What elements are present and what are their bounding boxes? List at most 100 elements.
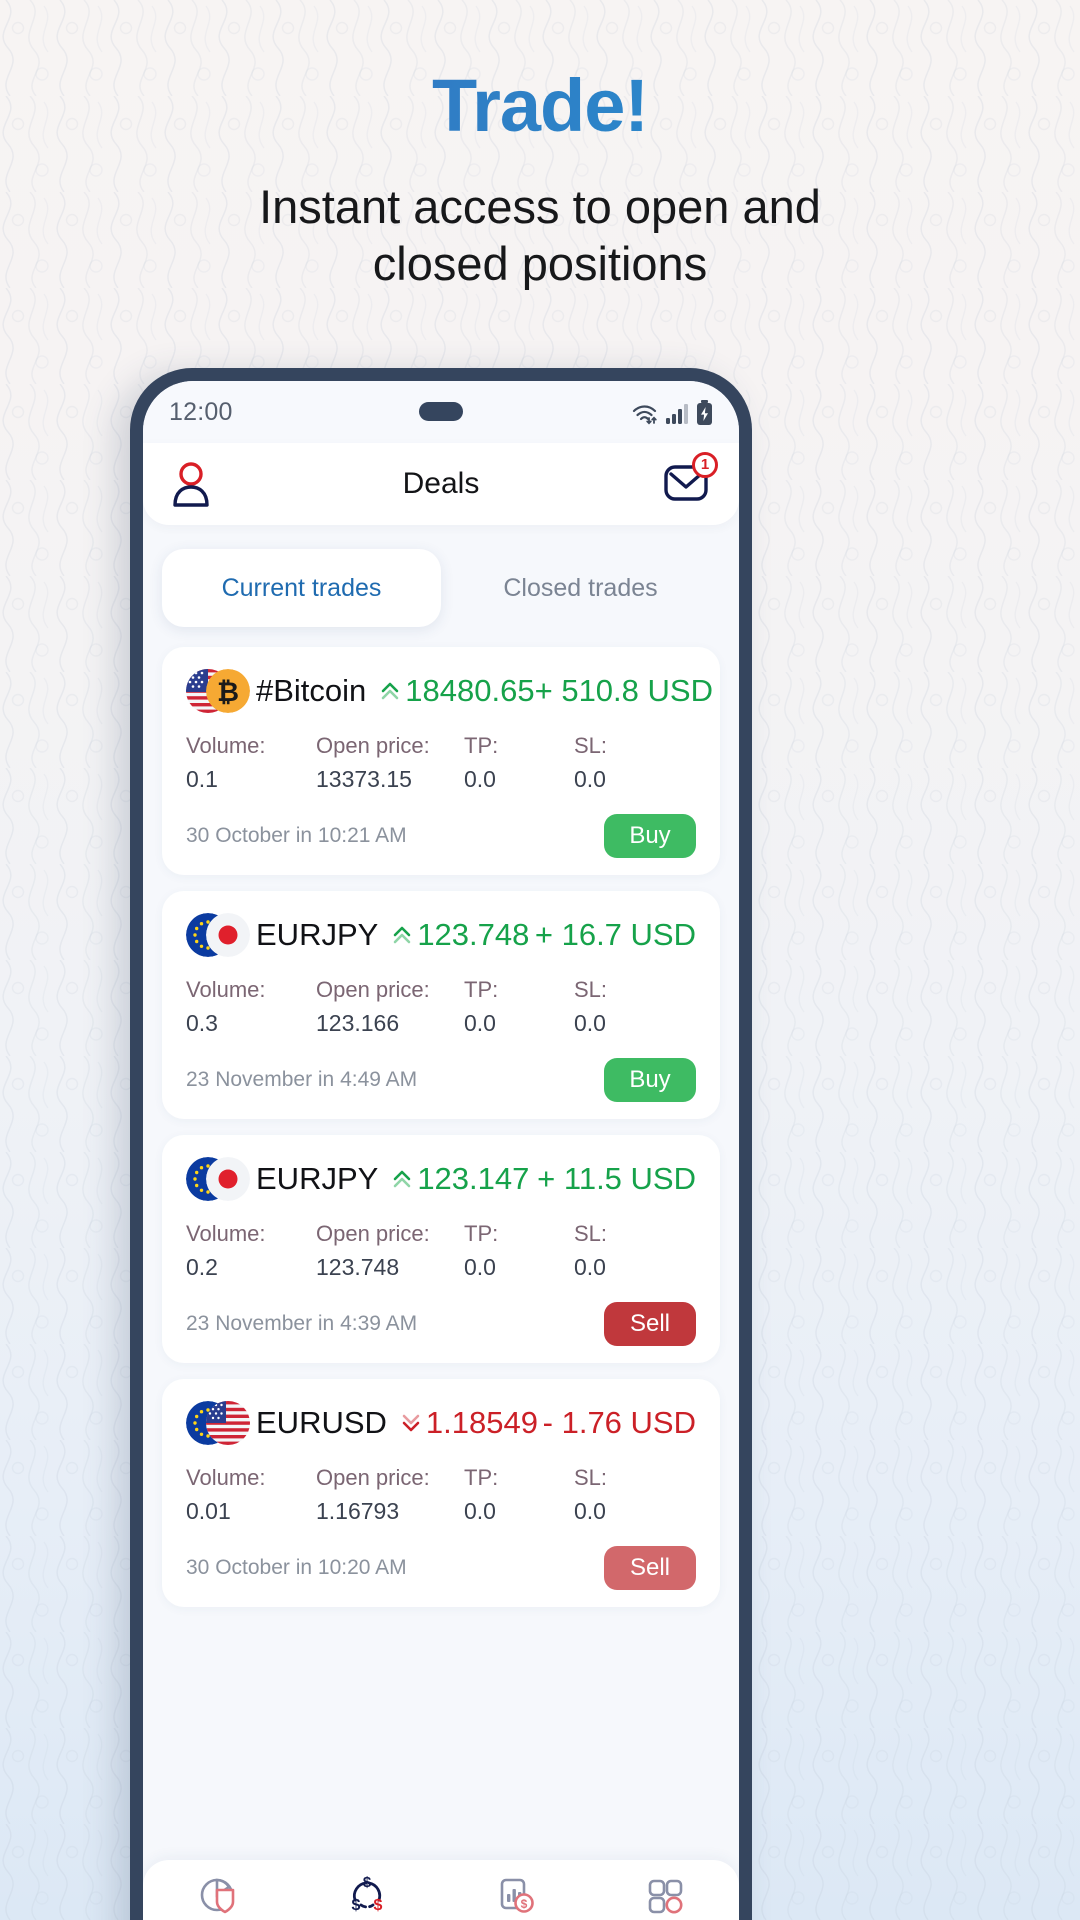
trade-timestamp: 23 November in 4:49 AM bbox=[186, 1068, 418, 1091]
tp-value: 0.0 bbox=[464, 1010, 496, 1036]
tp-value: 0.0 bbox=[464, 1498, 496, 1524]
tp-value: 0.0 bbox=[464, 766, 496, 792]
pie-shield-icon bbox=[200, 1878, 234, 1914]
nav-item-services[interactable]: Services bbox=[590, 1874, 739, 1920]
sl-label: SL: bbox=[574, 733, 608, 758]
trade-price: 123.748 bbox=[392, 917, 529, 953]
open-price-label: Open price: bbox=[316, 977, 430, 1002]
svg-text:$: $ bbox=[351, 1897, 360, 1914]
open-price-value: 13373.15 bbox=[316, 766, 412, 792]
trade-card-footer: 30 October in 10:20 AM Sell bbox=[186, 1545, 696, 1591]
sl-value: 0.0 bbox=[574, 766, 606, 792]
trade-card[interactable]: EURJPY 123.748 + 16.7 USD Volume: Open p… bbox=[162, 891, 720, 1119]
tp-label: TP: bbox=[464, 977, 499, 1002]
nav-item-deals[interactable]: $ $ $ Deals bbox=[292, 1874, 441, 1920]
svg-text:$: $ bbox=[362, 1874, 371, 1891]
promo-canvas: Trade! Instant access to open and closed… bbox=[0, 0, 1080, 1920]
trade-card-footer: 23 November in 4:49 AM Buy bbox=[186, 1057, 696, 1103]
trade-action-button[interactable]: Sell bbox=[604, 1302, 696, 1346]
nav-item-my-stats[interactable]: My Stats bbox=[143, 1874, 292, 1920]
nav-item-finance[interactable]: $ Finance bbox=[441, 1874, 590, 1920]
phone-frame: 12:00 Deals 1 Current trades Closed trad… bbox=[130, 368, 752, 1920]
volume-value: 0.2 bbox=[186, 1254, 218, 1280]
symbol-flags bbox=[186, 1157, 250, 1201]
trade-action-button[interactable]: Buy bbox=[604, 1058, 696, 1102]
app-header: Deals 1 bbox=[143, 443, 739, 525]
trade-card[interactable]: ₿ #Bitcoin 18480.65 + 510.8 USD Volume: … bbox=[162, 647, 720, 875]
trade-pnl: + 11.5 USD bbox=[537, 1161, 696, 1196]
status-time: 12:00 bbox=[169, 397, 233, 426]
bitcoin-coin-icon: ₿ bbox=[206, 669, 250, 713]
trade-card[interactable]: EURJPY 123.147 + 11.5 USD Volume: Open p… bbox=[162, 1135, 720, 1363]
trade-details: Volume: Open price: TP: SL: 0.1 13373.15… bbox=[186, 733, 696, 793]
trade-symbol: EURJPY bbox=[256, 917, 379, 952]
trade-timestamp: 30 October in 10:20 AM bbox=[186, 1556, 407, 1579]
symbol-flags bbox=[186, 913, 250, 957]
svg-text:$: $ bbox=[520, 1897, 527, 1911]
cellular-signal-icon bbox=[666, 403, 688, 424]
trade-pnl: + 510.8 USD bbox=[534, 673, 713, 708]
open-price-value: 123.166 bbox=[316, 1010, 400, 1036]
trade-tabs: Current trades Closed trades bbox=[162, 549, 720, 627]
sl-value: 0.0 bbox=[574, 1498, 606, 1524]
phone-screen: 12:00 Deals 1 Current trades Closed trad… bbox=[143, 381, 739, 1920]
trade-details: Volume: Open price: TP: SL: 0.3 123.166 … bbox=[186, 977, 696, 1037]
double-chevron-down-icon bbox=[402, 1414, 420, 1432]
tab-closed-trades[interactable]: Closed trades bbox=[441, 549, 720, 627]
trade-list: ₿ #Bitcoin 18480.65 + 510.8 USD Volume: … bbox=[143, 647, 739, 1607]
battery-charging-icon bbox=[697, 399, 712, 425]
trade-details: Volume: Open price: TP: SL: 0.2 123.748 … bbox=[186, 1221, 696, 1281]
open-price-value: 1.16793 bbox=[316, 1498, 400, 1524]
symbol-flags bbox=[186, 1401, 250, 1445]
trade-action-button[interactable]: Sell bbox=[604, 1546, 696, 1590]
trade-action-button[interactable]: Buy bbox=[604, 814, 696, 858]
sl-label: SL: bbox=[574, 1465, 608, 1490]
tp-label: TP: bbox=[464, 1465, 499, 1490]
trade-card[interactable]: EURUSD 1.18549 - 1.76 USD Volume: Open p… bbox=[162, 1379, 720, 1607]
symbol-flags: ₿ bbox=[186, 669, 250, 713]
trade-price-value: 123.147 bbox=[417, 1161, 530, 1196]
double-chevron-up-icon bbox=[394, 1170, 411, 1188]
page-title: Deals bbox=[402, 467, 480, 500]
open-price-label: Open price: bbox=[316, 1221, 430, 1246]
volume-label: Volume: bbox=[186, 1465, 266, 1490]
status-bar: 12:00 bbox=[143, 381, 739, 443]
wifi-icon bbox=[632, 404, 657, 424]
tab-current-trades[interactable]: Current trades bbox=[162, 549, 441, 627]
trade-pnl: - 1.76 USD bbox=[542, 1405, 696, 1440]
trade-card-header: ₿ #Bitcoin 18480.65 + 510.8 USD bbox=[186, 669, 713, 713]
trade-card-footer: 23 November in 4:39 AM Sell bbox=[186, 1301, 696, 1347]
sl-label: SL: bbox=[574, 977, 608, 1002]
volume-value: 0.1 bbox=[186, 766, 218, 792]
tp-label: TP: bbox=[464, 733, 499, 758]
volume-label: Volume: bbox=[186, 733, 266, 758]
trade-price: 18480.65 bbox=[380, 673, 535, 709]
trade-pnl: + 16.7 USD bbox=[534, 917, 696, 952]
open-price-label: Open price: bbox=[316, 1465, 430, 1490]
sl-label: SL: bbox=[574, 1221, 608, 1246]
trade-price-value: 1.18549 bbox=[425, 1405, 538, 1440]
trade-timestamp: 23 November in 4:39 AM bbox=[186, 1312, 418, 1335]
sl-value: 0.0 bbox=[574, 1254, 606, 1280]
japan-flag-icon bbox=[206, 913, 250, 957]
trade-price-value: 123.748 bbox=[417, 917, 530, 952]
mail-badge: 1 bbox=[692, 451, 718, 478]
open-price-value: 123.748 bbox=[316, 1254, 400, 1280]
promo-subtitle: Instant access to open and closed positi… bbox=[90, 178, 990, 293]
grid-apps-icon bbox=[648, 1879, 682, 1914]
sl-value: 0.0 bbox=[574, 1010, 606, 1036]
trade-card-header: EURJPY 123.748 + 16.7 USD bbox=[186, 913, 696, 957]
double-chevron-up-icon bbox=[394, 926, 411, 944]
promo-subtitle-line-2: closed positions bbox=[372, 237, 708, 291]
bottom-navigation: My Stats $ $ $ Deals bbox=[143, 1860, 739, 1920]
trade-card-header: EURUSD 1.18549 - 1.76 USD bbox=[186, 1401, 696, 1445]
promo-subtitle-line-1: Instant access to open and bbox=[259, 180, 821, 233]
trade-symbol: #Bitcoin bbox=[256, 673, 367, 708]
volume-label: Volume: bbox=[186, 1221, 266, 1246]
chart-dollar-icon: $ bbox=[500, 1878, 534, 1913]
mail-button[interactable]: 1 bbox=[663, 451, 718, 509]
tp-label: TP: bbox=[464, 1221, 499, 1246]
trade-price-value: 18480.65 bbox=[405, 673, 535, 708]
trade-symbol: EURUSD bbox=[256, 1405, 387, 1440]
trade-symbol: EURJPY bbox=[256, 1161, 379, 1196]
